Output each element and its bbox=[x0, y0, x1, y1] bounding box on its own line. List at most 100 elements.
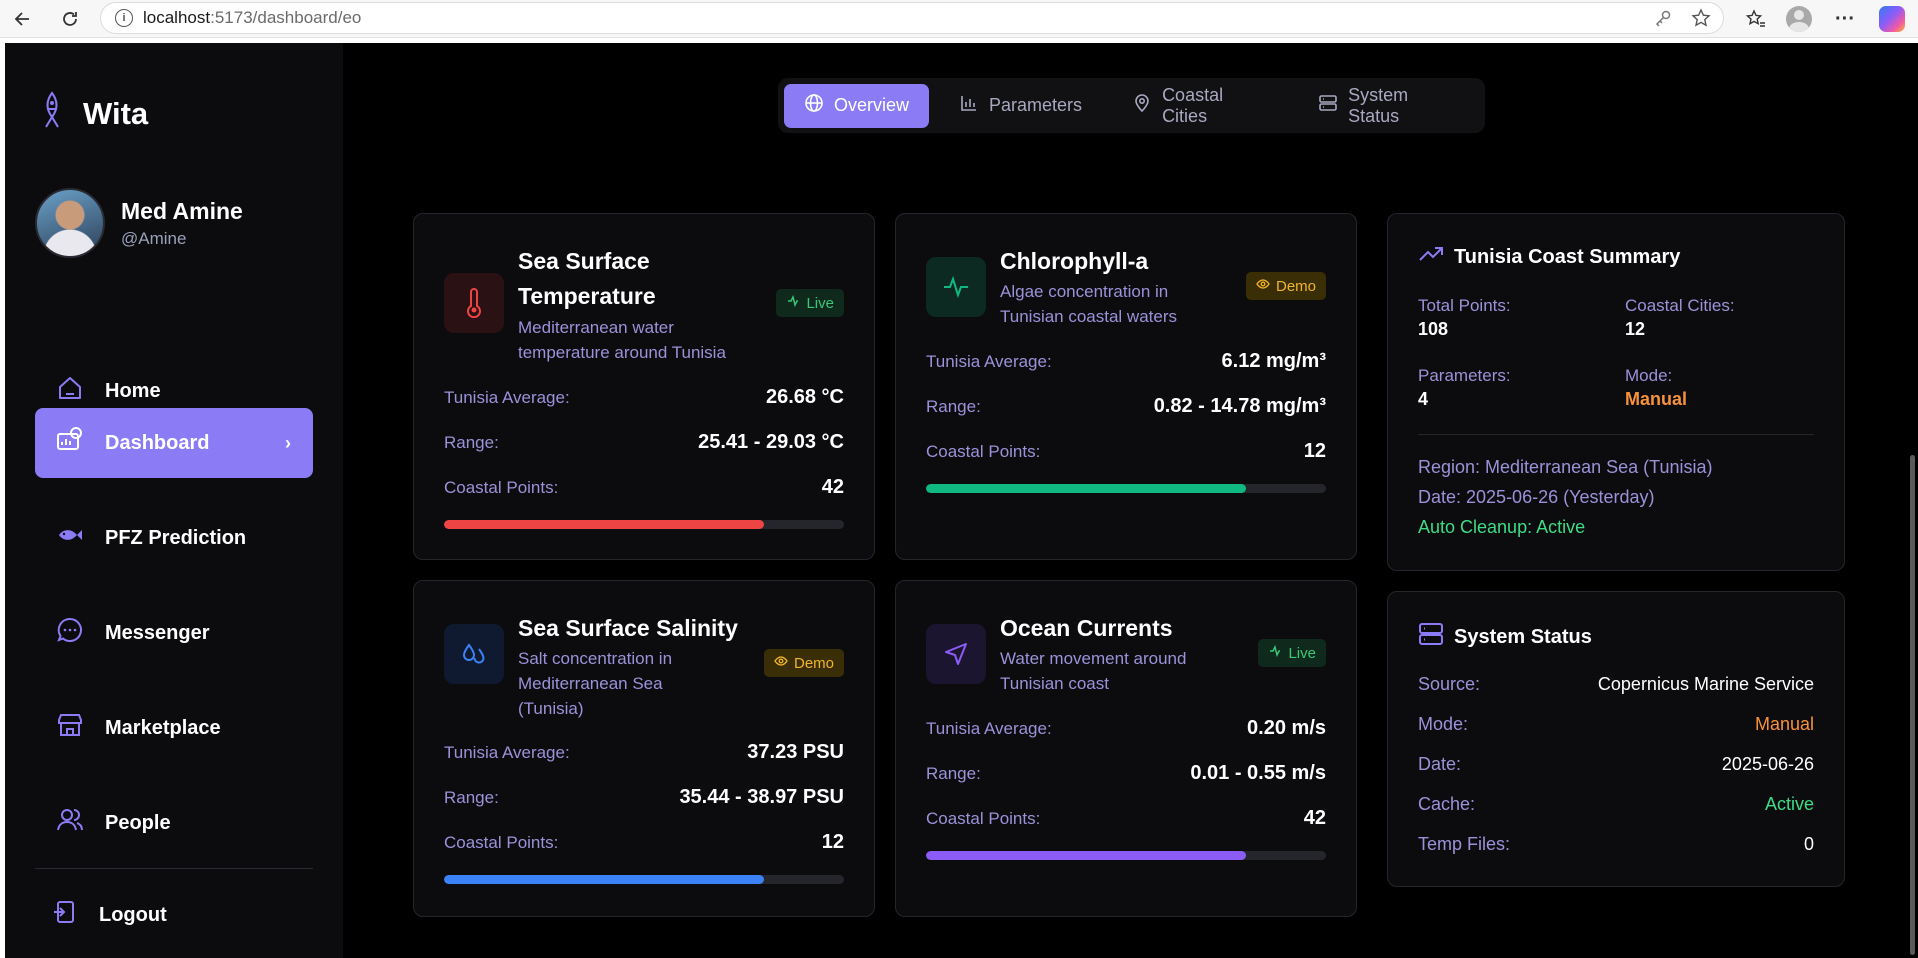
sidebar-item-people[interactable]: People bbox=[35, 788, 313, 858]
sst-card: Sea Surface Temperature Mediterranean wa… bbox=[413, 213, 875, 560]
card-title: Sea Surface Salinity bbox=[518, 615, 738, 641]
card-description-line2: Tunisian coast bbox=[1000, 674, 1109, 693]
site-info-icon[interactable]: i bbox=[115, 9, 133, 27]
favorite-star-icon[interactable] bbox=[1691, 8, 1711, 33]
tab-label: Parameters bbox=[989, 95, 1083, 115]
range-label: Range: bbox=[444, 787, 499, 807]
address-bar[interactable]: i localhost:5173/dashboard/eo bbox=[100, 2, 1724, 34]
reload-icon[interactable] bbox=[57, 6, 83, 32]
tab-label: Coastal Cities bbox=[1162, 84, 1224, 126]
status-row-cache: Cache: Active bbox=[1418, 794, 1814, 815]
total-points-label: Total Points: bbox=[1418, 296, 1511, 315]
system-status-card: System Status Source: Copernicus Marine S… bbox=[1387, 591, 1845, 887]
droplets-icon bbox=[444, 624, 504, 684]
range-row: Range: 35.44 - 38.97 PSU bbox=[444, 786, 844, 809]
sidebar-item-marketplace[interactable]: Marketplace bbox=[35, 693, 313, 763]
points-label: Coastal Points: bbox=[444, 477, 559, 497]
status-value: Active bbox=[1764, 794, 1814, 814]
chat-icon bbox=[55, 615, 85, 651]
status-value: Copernicus Marine Service bbox=[1597, 674, 1814, 694]
parameters-value: 4 bbox=[1418, 389, 1429, 409]
progress-fill bbox=[926, 851, 1246, 860]
user-name: Med Amine bbox=[121, 197, 243, 224]
sidebar-item-dashboard[interactable]: Dashboard › bbox=[35, 408, 313, 478]
avg-label: Tunisia Average: bbox=[444, 387, 570, 407]
coastal-cities-label: Coastal Cities: bbox=[1625, 296, 1735, 315]
tab-parameters[interactable]: Parameters bbox=[939, 84, 1102, 128]
points-row: Coastal Points: 12 bbox=[444, 831, 844, 854]
progress-bar bbox=[444, 520, 844, 529]
card-description: Salt concentration in bbox=[518, 649, 673, 668]
sidebar: Wita Med Amine @Amine Home Dashboard › P… bbox=[5, 43, 343, 958]
app-root: Wita Med Amine @Amine Home Dashboard › P… bbox=[5, 43, 1918, 958]
progress-bar bbox=[444, 875, 844, 884]
avatar bbox=[35, 188, 105, 258]
avg-row: Tunisia Average: 37.23 PSU bbox=[444, 741, 844, 764]
page-scrollbar[interactable] bbox=[1910, 455, 1915, 955]
range-row: Range: 0.82 - 14.78 mg/m³ bbox=[926, 395, 1326, 418]
card-description-line2: Mediterranean Sea bbox=[518, 674, 663, 693]
chevron-right-icon: › bbox=[285, 432, 291, 453]
tab-label: System Status bbox=[1348, 84, 1409, 126]
sidebar-item-label: Home bbox=[105, 379, 161, 402]
status-key: Mode: bbox=[1418, 714, 1469, 734]
card-description-line3: (Tunisia) bbox=[518, 699, 584, 718]
mode-value: Manual bbox=[1625, 389, 1688, 409]
card-title: Sea Surface bbox=[518, 248, 650, 274]
badge-label: Demo bbox=[1275, 277, 1316, 295]
avg-row: Tunisia Average: 26.68 °C bbox=[444, 386, 844, 409]
range-label: Range: bbox=[444, 432, 499, 452]
currents-card: Ocean Currents Water movement around Tun… bbox=[895, 580, 1357, 917]
trending-up-icon bbox=[1418, 244, 1444, 270]
status-value: 0 bbox=[1803, 834, 1814, 854]
cleanup-text: Auto Cleanup: Active bbox=[1418, 517, 1586, 537]
status-key: Date: bbox=[1418, 754, 1462, 774]
key-icon[interactable] bbox=[1653, 8, 1673, 33]
range-value: 0.01 - 0.55 m/s bbox=[1190, 762, 1326, 784]
coastal-cities-value: 12 bbox=[1625, 319, 1646, 339]
copilot-icon[interactable] bbox=[1878, 6, 1906, 32]
avg-label: Tunisia Average: bbox=[926, 351, 1052, 371]
total-points-value: 108 bbox=[1418, 319, 1449, 339]
logo[interactable]: Wita bbox=[39, 91, 148, 136]
favorites-icon[interactable] bbox=[1742, 6, 1770, 32]
profile-avatar[interactable] bbox=[1785, 6, 1813, 32]
sidebar-item-pfz-prediction[interactable]: PFZ Prediction bbox=[35, 503, 313, 573]
avg-value: 26.68 °C bbox=[765, 386, 844, 408]
sidebar-item-label: Dashboard bbox=[105, 431, 210, 454]
globe-icon bbox=[804, 93, 824, 118]
back-icon[interactable] bbox=[10, 6, 36, 32]
thermometer-icon bbox=[444, 273, 504, 333]
avg-label: Tunisia Average: bbox=[444, 742, 570, 762]
card-description-line2: Tunisian coastal waters bbox=[1000, 307, 1178, 326]
dashboard-icon bbox=[55, 425, 85, 461]
status-row-temp-files: Temp Files: 0 bbox=[1418, 834, 1814, 855]
range-value: 25.41 - 29.03 °C bbox=[698, 431, 844, 453]
tab-coastal-cities[interactable]: Coastal Cities bbox=[1112, 84, 1288, 128]
tab-overview[interactable]: Overview bbox=[784, 83, 930, 128]
points-value: 12 bbox=[821, 831, 844, 853]
sidebar-divider bbox=[35, 868, 313, 869]
card-title: Ocean Currents bbox=[1000, 615, 1173, 641]
sidebar-item-label: Messenger bbox=[105, 621, 210, 644]
chlorophyll-card: Chlorophyll-a Algae concentration in Tun… bbox=[895, 213, 1357, 560]
status-value: Manual bbox=[1754, 714, 1814, 734]
fish-logo-icon bbox=[39, 91, 65, 136]
points-row: Coastal Points: 42 bbox=[444, 476, 844, 499]
card-description: Mediterranean water bbox=[518, 318, 674, 337]
badge-label: Live bbox=[806, 294, 834, 312]
progress-bar bbox=[926, 851, 1326, 860]
more-menu-icon[interactable]: ··· bbox=[1831, 6, 1859, 32]
progress-fill bbox=[444, 520, 764, 529]
sidebar-item-messenger[interactable]: Messenger bbox=[35, 598, 313, 668]
user-handle: @Amine bbox=[121, 228, 187, 248]
mode-label: Mode: bbox=[1625, 366, 1673, 385]
tab-system-status[interactable]: System Status bbox=[1298, 84, 1479, 128]
tab-label: Overview bbox=[834, 95, 910, 115]
status-badge-demo: Demo bbox=[763, 649, 844, 677]
date-text: Date: 2025-06-26 (Yesterday) bbox=[1418, 487, 1655, 507]
eye-icon bbox=[774, 654, 788, 672]
logout-button[interactable]: Logout bbox=[35, 880, 313, 950]
logout-icon bbox=[51, 898, 79, 932]
user-profile[interactable]: Med Amine @Amine bbox=[35, 188, 243, 258]
